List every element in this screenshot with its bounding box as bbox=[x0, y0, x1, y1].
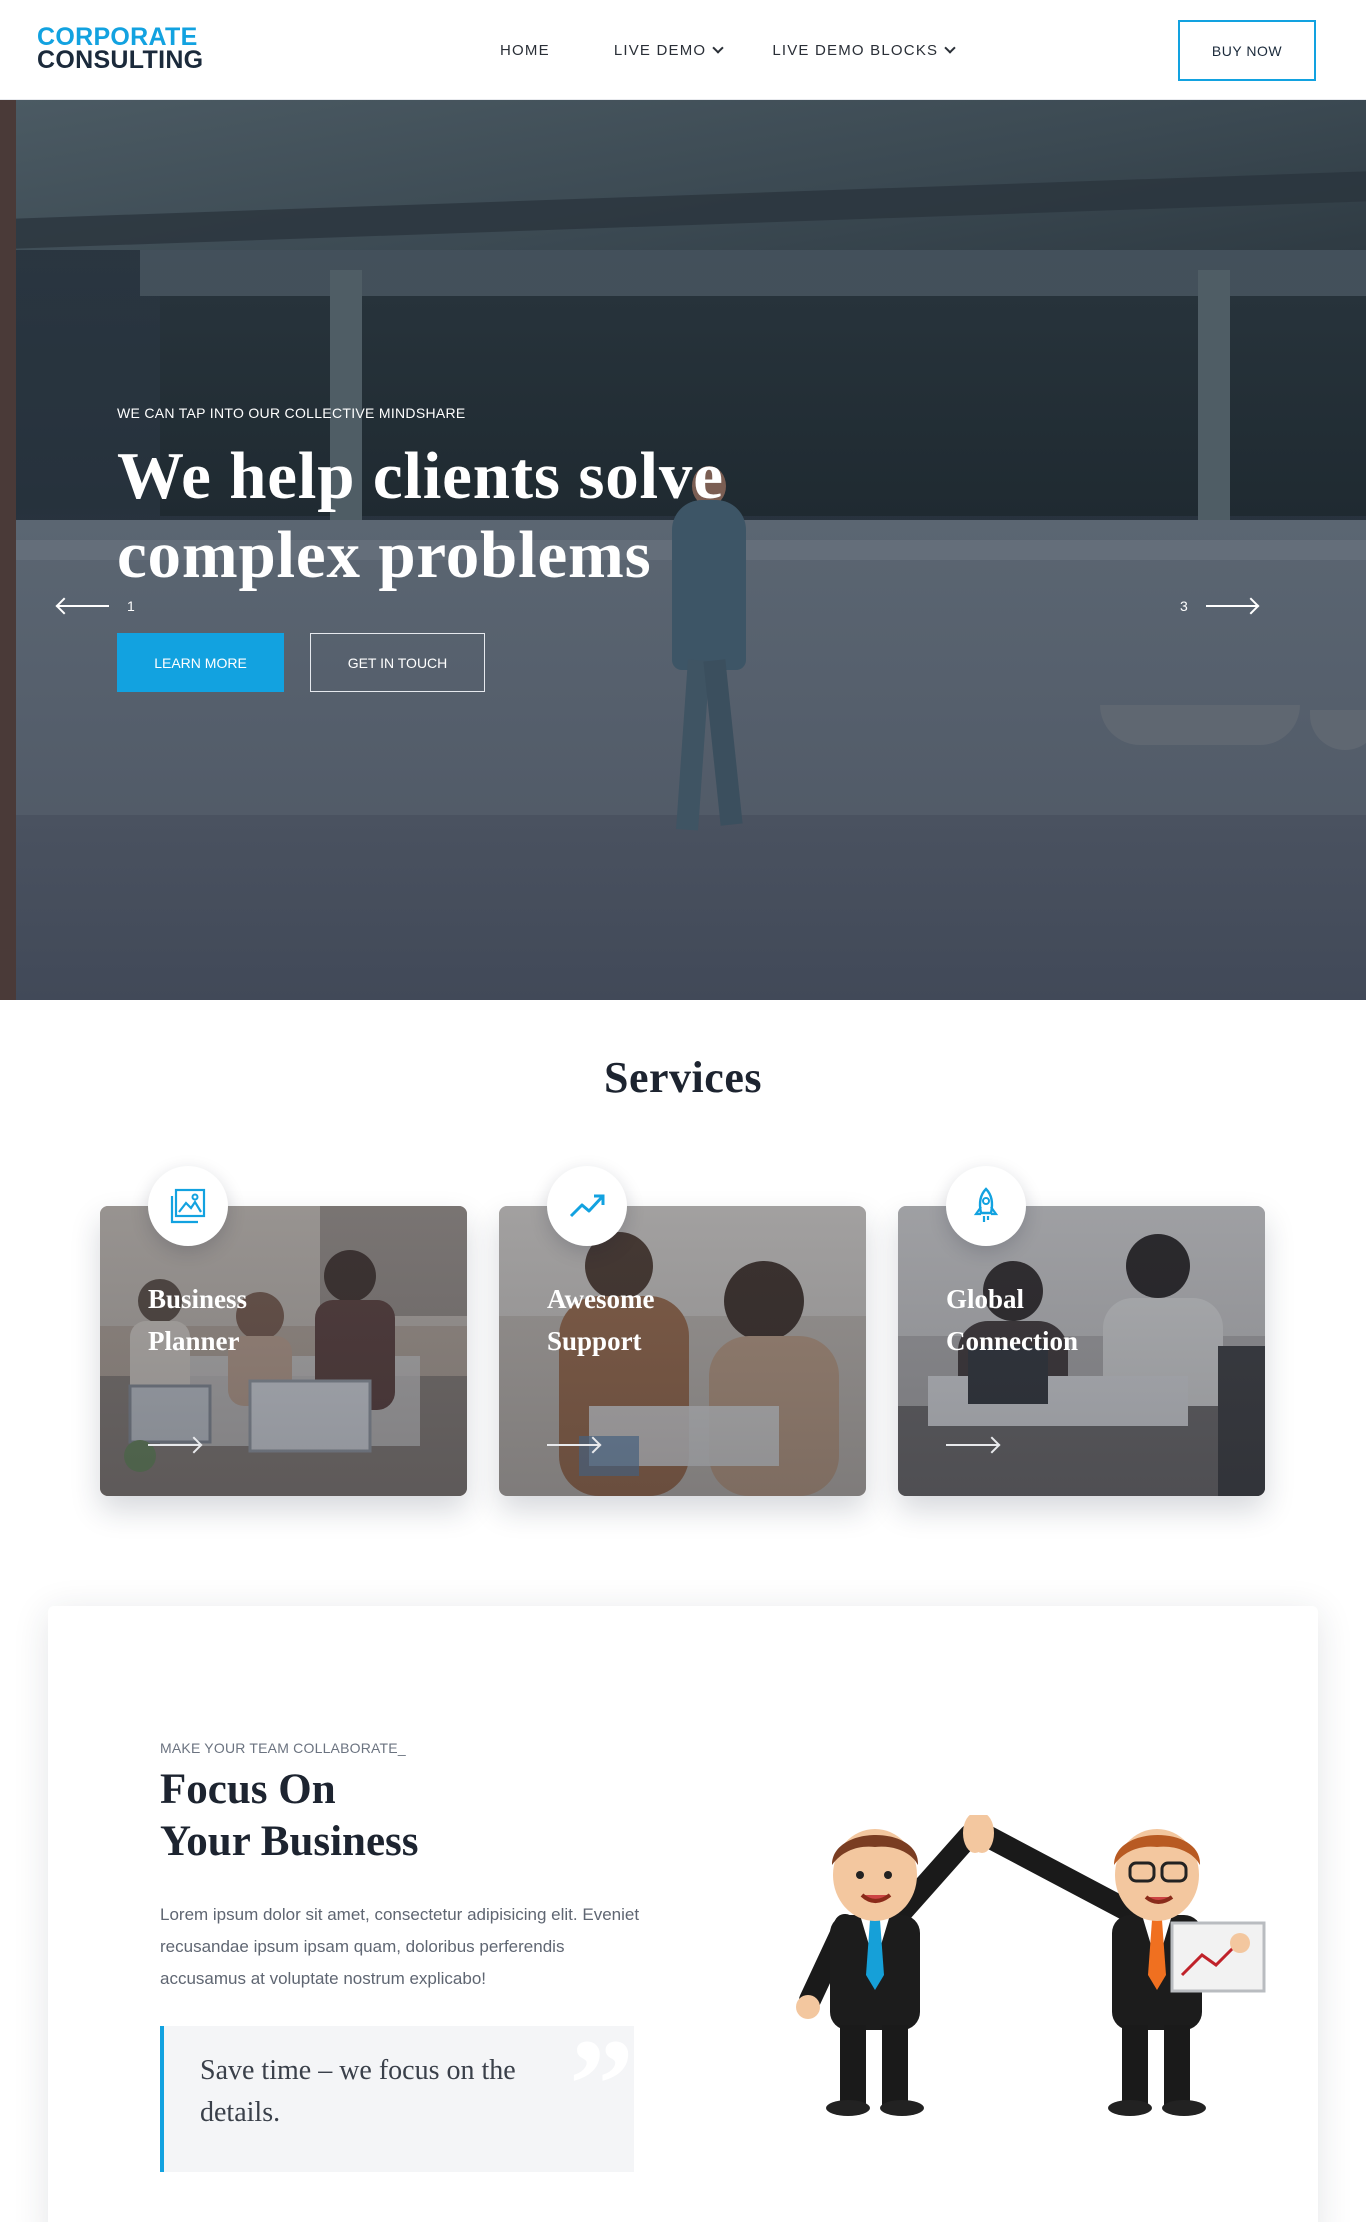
service-card-business-planner[interactable]: Business Planner bbox=[100, 1166, 467, 1496]
hero-background-column bbox=[1198, 270, 1230, 530]
focus-title-line-2: Your Business bbox=[160, 1818, 419, 1865]
service-card-badge bbox=[547, 1166, 627, 1246]
hero-title-line-1: We help clients solve bbox=[117, 439, 724, 513]
slider-next-button[interactable]: 3 bbox=[1180, 598, 1258, 614]
arrow-right-icon bbox=[1205, 605, 1258, 607]
arrow-right-icon bbox=[946, 1444, 998, 1446]
slider-prev-index: 1 bbox=[127, 598, 135, 614]
focus-kicker: MAKE YOUR TEAM COLLABORATE_ bbox=[160, 1740, 406, 1756]
hero-slider: WE CAN TAP INTO OUR COLLECTIVE MINDSHARE… bbox=[0, 100, 1366, 1000]
focus-quote: ” Save time – we focus on the details. bbox=[160, 2020, 634, 2172]
hero-previous-slide-edge bbox=[0, 100, 16, 1000]
trending-up-icon bbox=[569, 1194, 605, 1218]
slider-prev-button[interactable]: 1 bbox=[57, 598, 135, 614]
service-card-label-line-1: Awesome bbox=[547, 1284, 655, 1314]
learn-more-button[interactable]: LEARN MORE bbox=[117, 633, 284, 692]
main-nav: HOME LIVE DEMO LIVE DEMO BLOCKS bbox=[500, 0, 1018, 100]
business-high-five-illustration bbox=[796, 1815, 1266, 2116]
rocket-icon bbox=[973, 1187, 999, 1222]
logo[interactable]: CORPORATE CONSULTING bbox=[37, 25, 204, 74]
buy-now-button[interactable]: BUY NOW bbox=[1178, 20, 1316, 81]
arrow-left-icon bbox=[57, 605, 109, 607]
service-card-label-line-2: Connection bbox=[946, 1326, 1079, 1356]
hero-content: WE CAN TAP INTO OUR COLLECTIVE MINDSHARE… bbox=[117, 405, 724, 595]
hero-background-ground bbox=[16, 815, 1366, 1000]
hero-buttons: LEARN MORE GET IN TOUCH bbox=[117, 633, 485, 692]
service-card-label-line-2: Planner bbox=[148, 1326, 240, 1356]
nav-live-demo[interactable]: LIVE DEMO bbox=[613, 41, 724, 59]
services-title: Services bbox=[604, 1053, 762, 1102]
nav-live-demo-blocks[interactable]: LIVE DEMO BLOCKS bbox=[772, 41, 956, 59]
hero-kicker: WE CAN TAP INTO OUR COLLECTIVE MINDSHARE bbox=[117, 405, 466, 421]
arrow-right-icon bbox=[547, 1444, 599, 1446]
site-header: CORPORATE CONSULTING HOME LIVE DEMO LIVE… bbox=[0, 0, 1366, 100]
chevron-down-icon bbox=[712, 41, 724, 54]
nav-live-demo-label: LIVE DEMO bbox=[613, 41, 707, 59]
hero-title-line-2: complex problems bbox=[117, 518, 652, 592]
service-card-label: Awesome Support bbox=[547, 1278, 797, 1362]
hero-background-beam bbox=[140, 250, 1366, 296]
service-card-badge bbox=[148, 1166, 228, 1246]
hero-background-planter bbox=[1100, 705, 1300, 745]
focus-title: Focus On Your Business bbox=[160, 1764, 560, 1868]
focus-quote-text: Save time – we focus on the details. bbox=[200, 2055, 516, 2128]
service-card-awesome-support[interactable]: Awesome Support bbox=[499, 1166, 866, 1496]
get-in-touch-button[interactable]: GET IN TOUCH bbox=[310, 633, 485, 692]
service-card-label: Global Connection bbox=[946, 1278, 1196, 1362]
hero-title: We help clients solve complex problems bbox=[117, 437, 724, 595]
chevron-down-icon bbox=[944, 41, 956, 54]
arrow-right-icon bbox=[148, 1444, 200, 1446]
nav-home[interactable]: HOME bbox=[500, 42, 550, 59]
logo-line-2: CONSULTING bbox=[37, 46, 204, 74]
nav-home-label: HOME bbox=[500, 41, 550, 59]
service-card-badge bbox=[946, 1166, 1026, 1246]
nav-live-demo-blocks-label: LIVE DEMO BLOCKS bbox=[772, 41, 939, 59]
service-card-global-connection[interactable]: Global Connection bbox=[898, 1166, 1265, 1496]
image-gallery-icon bbox=[170, 1188, 206, 1224]
focus-title-line-1: Focus On bbox=[160, 1766, 336, 1813]
service-card-label: Business Planner bbox=[148, 1278, 398, 1362]
slider-next-index: 3 bbox=[1180, 598, 1188, 614]
service-card-label-line-2: Support bbox=[547, 1326, 642, 1356]
service-card-label-line-1: Global bbox=[946, 1284, 1025, 1314]
service-card-label-line-1: Business bbox=[148, 1284, 248, 1314]
focus-body-text: Lorem ipsum dolor sit amet, consectetur … bbox=[160, 1905, 640, 1988]
